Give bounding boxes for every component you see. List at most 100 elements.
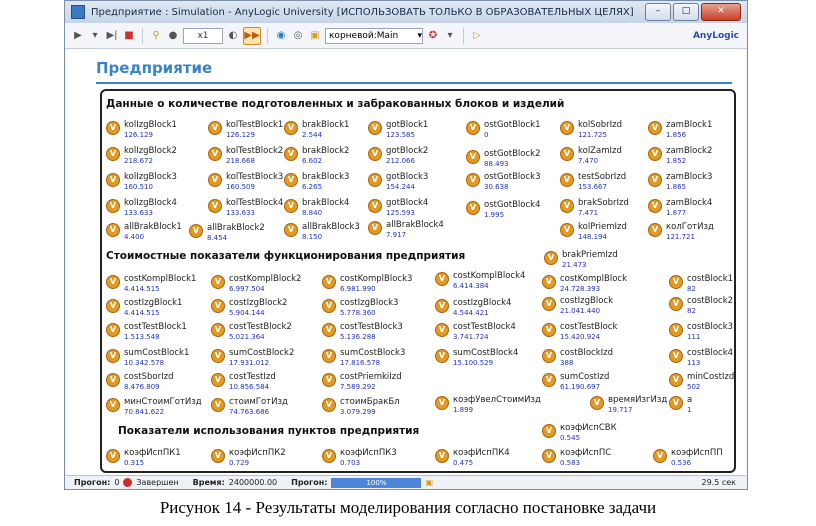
- variable-item[interactable]: VcostIzgBlock3 5.778.360: [322, 298, 398, 317]
- variable-item[interactable]: VzamBlock2 1.852: [648, 146, 712, 165]
- variable-item[interactable]: VcostKomplBlock2 6.997.504: [211, 274, 301, 293]
- variable-item[interactable]: VzamBlock1 1.856: [648, 120, 712, 139]
- variable-item[interactable]: VbrakSobrIzd 7.471: [560, 198, 629, 217]
- variable-item[interactable]: VcostBlock4 113: [669, 348, 733, 367]
- variable-item[interactable]: VallBrakBlock4 7.917: [368, 220, 444, 239]
- variable-item[interactable]: VcostIzgBlock1 4.414.515: [106, 298, 182, 317]
- variable-item[interactable]: VcostIzgBlock 21.041.440: [542, 296, 613, 315]
- variable-item[interactable]: VsumCostBlock1 10.342.578: [106, 348, 189, 367]
- variable-item[interactable]: VкоэфИспСВК 0.545: [542, 423, 617, 442]
- root-select[interactable]: корневой:Main ▾: [325, 27, 423, 44]
- variable-item[interactable]: VcostKomplBlock3 6.981.990: [322, 274, 412, 293]
- variable-item[interactable]: VkolZamIzd 7.470: [560, 146, 622, 165]
- variable-item[interactable]: VgotBlock1 123.585: [368, 120, 428, 139]
- stop-icon[interactable]: ■: [122, 28, 136, 44]
- variable-item[interactable]: VkolTestBlock4 133.633: [208, 198, 283, 217]
- variable-item[interactable]: Va1: [669, 395, 692, 414]
- variable-item[interactable]: VcostIzgBlock2 5.904.144: [211, 298, 287, 317]
- slower-icon[interactable]: ⚲: [149, 28, 163, 44]
- variable-item[interactable]: VcostIzgBlock4 4.544.421: [435, 298, 511, 317]
- variable-item[interactable]: VallBrakBlock3 8.150: [284, 222, 360, 241]
- variable-item[interactable]: VkolIzgBlock3 160.510: [106, 172, 177, 191]
- variable-item[interactable]: VostGotBlock2 88.493: [466, 149, 540, 168]
- variable-item[interactable]: VcostTestBlock 15.420.924: [542, 322, 617, 341]
- variable-item[interactable]: VcostPriemkiIzd 7.589.292: [322, 372, 402, 391]
- variable-item[interactable]: VвремяИзгИзд 19.717: [590, 395, 667, 414]
- run-icon[interactable]: ▶: [71, 28, 85, 44]
- variable-item[interactable]: VkolSobrIzd 121.725: [560, 120, 622, 139]
- dropdown-arrow-icon[interactable]: ▾: [88, 28, 102, 44]
- variable-item[interactable]: VколГотИзд 121.721: [648, 222, 714, 241]
- variable-item[interactable]: VostGotBlock3 30.638: [466, 172, 540, 191]
- minimize-button[interactable]: –: [645, 3, 671, 21]
- variable-item[interactable]: VzamBlock3 1.865: [648, 172, 712, 191]
- variable-item[interactable]: VкоэфИспПК3 0.703: [322, 448, 397, 467]
- variable-item[interactable]: VcostTestBlock3 5.136.288: [322, 322, 403, 341]
- folder-icon[interactable]: ▣: [308, 28, 322, 44]
- variable-item[interactable]: VbrakBlock2 6.602: [284, 146, 349, 165]
- variable-item[interactable]: VcostTestBlock1 1.513.548: [106, 322, 187, 341]
- variable-item[interactable]: VbrakPriemIzd 21.473: [544, 250, 618, 269]
- variable-item[interactable]: VostGotBlock1 0: [466, 120, 540, 139]
- variable-item[interactable]: VcostTestBlock4 3.741.724: [435, 322, 516, 341]
- variable-item[interactable]: VcostBlock1 82: [669, 274, 733, 293]
- variable-item[interactable]: VostGotBlock4 1.995: [466, 200, 540, 219]
- variable-item[interactable]: VкоэфИспПК4 0.475: [435, 448, 510, 467]
- navigate-icon[interactable]: ✪: [426, 28, 440, 44]
- variable-item[interactable]: VgotBlock4 125.593: [368, 198, 428, 217]
- variable-item[interactable]: VkolTestBlock2 218.668: [208, 146, 283, 165]
- variable-item[interactable]: VkolTestBlock3 160.509: [208, 172, 283, 191]
- variable-item[interactable]: VbrakBlock1 2.544: [284, 120, 349, 139]
- variable-item[interactable]: VminCostIzd 502: [669, 372, 734, 391]
- home-icon[interactable]: ◉: [274, 28, 288, 44]
- variable-item[interactable]: VkolIzgBlock1 126.129: [106, 120, 177, 139]
- variable-item[interactable]: VкоэфИспПС 0.583: [542, 448, 611, 467]
- variable-item[interactable]: VкоэфИспПК2 0.729: [211, 448, 286, 467]
- variable-item[interactable]: VsumCostBlock2 17.931.012: [211, 348, 294, 367]
- variable-item[interactable]: VcostBlock2 82: [669, 296, 733, 315]
- fast-forward-icon[interactable]: ▶▶: [243, 26, 261, 45]
- variable-item[interactable]: VcostKomplBlock 24.728.393: [542, 274, 627, 293]
- variable-item[interactable]: VкоэфИспПК1 0.315: [106, 448, 181, 467]
- variable-item[interactable]: VcostBlock3 111: [669, 322, 733, 341]
- variable-item[interactable]: VsumCostIzd 61.190.697: [542, 372, 609, 391]
- variable-item[interactable]: VkolPriemIzd 148.194: [560, 222, 627, 241]
- variable-item[interactable]: VsumCostBlock3 17.816.578: [322, 348, 405, 367]
- speed-field[interactable]: x1: [183, 27, 223, 44]
- variable-item[interactable]: VbrakBlock3 6.265: [284, 172, 349, 191]
- variable-item[interactable]: VsumCostBlock4 15.100.529: [435, 348, 518, 367]
- variable-item[interactable]: VcostTestBlock2 5.021.364: [211, 322, 292, 341]
- camera-icon[interactable]: ◎: [291, 28, 305, 44]
- variable-item[interactable]: VgotBlock2 212.066: [368, 146, 428, 165]
- dropdown-arrow-icon[interactable]: ▾: [443, 28, 457, 44]
- variable-item[interactable]: VallBrakBlock2 8.454: [189, 223, 265, 242]
- memory-icon[interactable]: ▣: [425, 478, 433, 487]
- variable-item[interactable]: VcostKomplBlock1 4.414.515: [106, 274, 196, 293]
- variable-item[interactable]: VкоэфИспПП 0.536: [653, 448, 723, 467]
- variable-item[interactable]: VallBrakBlock1 4.400: [106, 222, 182, 241]
- title-bar[interactable]: Предприятие : Simulation - AnyLogic Univ…: [65, 1, 747, 23]
- turtle-icon[interactable]: ●: [166, 28, 180, 44]
- variable-value: 153.667: [578, 183, 607, 191]
- rabbit-icon[interactable]: ◐: [226, 28, 240, 44]
- variable-item[interactable]: VcostBlockIzd 388: [542, 348, 613, 367]
- variable-item[interactable]: VtestSobrIzd 153.667: [560, 172, 626, 191]
- variable-item[interactable]: VzamBlock4 1.877: [648, 198, 712, 217]
- variable-item[interactable]: VстоимБракБл 3.079.299: [322, 397, 400, 416]
- variable-item[interactable]: VcostKomplBlock4 6.414.384: [435, 271, 525, 290]
- variable-item[interactable]: VkolIzgBlock4 133.633: [106, 198, 177, 217]
- variable-item[interactable]: VcostTestIzd 10.856.584: [211, 372, 276, 391]
- variable-item[interactable]: VминСтоимГотИзд 70.841.622: [106, 397, 202, 416]
- step-icon[interactable]: ▶|: [105, 28, 119, 44]
- variable-item[interactable]: VcostSborIzd 8.476.809: [106, 372, 174, 391]
- variable-item[interactable]: VkolTestBlock1 126.129: [208, 120, 283, 139]
- variable-item[interactable]: VкоэфУвелСтоимИзд 1.899: [435, 395, 541, 414]
- maximize-button[interactable]: □: [673, 3, 699, 21]
- anylogic-logo[interactable]: AnyLogic: [693, 31, 739, 41]
- variable-item[interactable]: VbrakBlock4 8.840: [284, 198, 349, 217]
- variable-item[interactable]: VgotBlock3 154.244: [368, 172, 428, 191]
- variable-item[interactable]: VkolIzgBlock2 218.672: [106, 146, 177, 165]
- close-button[interactable]: ✕: [701, 3, 741, 21]
- variable-item[interactable]: VстоимГотИзд 74.763.686: [211, 397, 288, 416]
- play-outline-icon[interactable]: ▷: [470, 28, 484, 44]
